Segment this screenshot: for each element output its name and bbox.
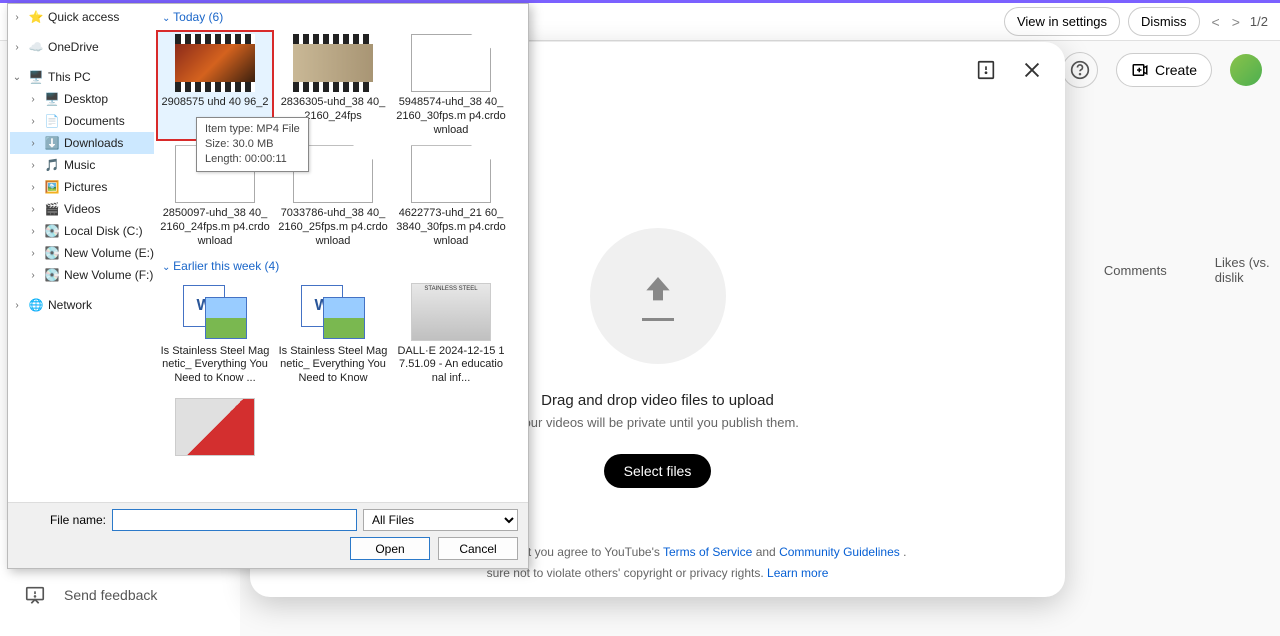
tab-comments[interactable]: Comments <box>1104 263 1167 278</box>
music-icon: 🎵 <box>44 157 60 173</box>
cloud-icon: ☁️ <box>28 39 44 55</box>
file-item-6[interactable]: 4622773-uhd_21 60_3840_30fps.m p4.crdown… <box>392 141 510 252</box>
tree-onedrive[interactable]: ›☁️OneDrive <box>10 36 154 58</box>
footer-and: and <box>756 545 779 559</box>
disk-icon: 💽 <box>44 223 60 239</box>
filename-label: File name: <box>18 513 106 527</box>
tree-videos[interactable]: ›🎬Videos <box>10 198 154 220</box>
banner-count: 1/2 <box>1250 14 1268 29</box>
cancel-button[interactable]: Cancel <box>438 537 518 560</box>
tree-this-pc[interactable]: ⌄🖥️This PC <box>10 66 154 88</box>
tree-music[interactable]: ›🎵Music <box>10 154 154 176</box>
tree-downloads[interactable]: ›⬇️Downloads <box>10 132 154 154</box>
tree-network[interactable]: ›🌐Network <box>10 294 154 316</box>
banner-prev[interactable]: < <box>1212 14 1220 30</box>
create-button[interactable]: Create <box>1116 53 1212 87</box>
file-item-10[interactable] <box>156 394 274 464</box>
file-item-7[interactable]: W Is Stainless Steel Magnetic_ Everythin… <box>156 279 274 390</box>
file-picker-dialog: ›⭐Quick access ›☁️OneDrive ⌄🖥️This PC ›🖥… <box>7 3 529 569</box>
close-icon[interactable] <box>1021 59 1043 81</box>
pictures-icon: 🖼️ <box>44 179 60 195</box>
avatar[interactable] <box>1230 54 1262 86</box>
tree-documents[interactable]: ›📄Documents <box>10 110 154 132</box>
file-icon <box>411 34 491 92</box>
disk-icon: 💽 <box>44 245 60 261</box>
tree-pictures[interactable]: ›🖼️Pictures <box>10 176 154 198</box>
filetype-select[interactable]: All Files <box>363 509 518 531</box>
create-label: Create <box>1155 62 1197 78</box>
dismiss-button[interactable]: Dismiss <box>1128 7 1200 36</box>
filename-input[interactable] <box>112 509 357 531</box>
desktop-icon: 🖥️ <box>44 91 60 107</box>
select-files-button[interactable]: Select files <box>604 454 712 488</box>
tree-vol-f[interactable]: ›💽New Volume (F:) <box>10 264 154 286</box>
videos-icon: 🎬 <box>44 201 60 217</box>
upload-subtitle: Your videos will be private until you pu… <box>516 415 799 430</box>
tree-vol-e[interactable]: ›💽New Volume (E:) <box>10 242 154 264</box>
word-doc-icon: W <box>293 283 373 341</box>
guidelines-link[interactable]: Community Guidelines <box>779 545 900 559</box>
upload-circle <box>590 228 726 364</box>
video-thumb-icon <box>293 34 373 92</box>
video-thumb-icon <box>175 34 255 92</box>
report-icon[interactable] <box>975 59 997 81</box>
sidebar-label-feedback: Send feedback <box>64 587 157 603</box>
folder-tree: ›⭐Quick access ›☁️OneDrive ⌄🖥️This PC ›🖥… <box>10 6 154 501</box>
sidebar-item-feedback[interactable]: Send feedback <box>0 570 240 620</box>
word-doc-icon: W <box>175 283 255 341</box>
network-icon: 🌐 <box>28 297 44 313</box>
file-dialog-footer: File name: All Files Open Cancel <box>8 502 528 568</box>
documents-icon: 📄 <box>44 113 60 129</box>
tree-local-c[interactable]: ›💽Local Disk (C:) <box>10 220 154 242</box>
disk-icon: 💽 <box>44 267 60 283</box>
star-icon: ⭐ <box>28 9 44 25</box>
tooltip-type: Item type: MP4 File <box>205 122 300 137</box>
create-icon <box>1131 61 1149 79</box>
view-settings-button[interactable]: View in settings <box>1004 7 1120 36</box>
file-list: Today (6) 2908575 uhd 40 96_2 2836305-uh… <box>154 6 527 503</box>
file-icon <box>411 145 491 203</box>
tooltip-length: Length: 00:00:11 <box>205 152 300 167</box>
image-thumb-icon: STAINLESS STEEL <box>411 283 491 341</box>
file-item-9[interactable]: STAINLESS STEEL DALL·E 2024-12-15 17.51.… <box>392 279 510 390</box>
upload-arrow-icon <box>636 272 680 312</box>
file-grid-earlier: W Is Stainless Steel Magnetic_ Everythin… <box>154 277 527 392</box>
file-tooltip: Item type: MP4 File Size: 30.0 MB Length… <box>196 117 309 172</box>
tooltip-size: Size: 30.0 MB <box>205 137 300 152</box>
file-grid-extra <box>154 392 527 466</box>
pc-icon: 🖥️ <box>28 69 44 85</box>
tree-quick-access[interactable]: ›⭐Quick access <box>10 6 154 28</box>
tree-desktop[interactable]: ›🖥️Desktop <box>10 88 154 110</box>
group-today[interactable]: Today (6) <box>154 6 527 28</box>
learn-more-link[interactable]: Learn more <box>767 566 828 580</box>
tab-likes[interactable]: Likes (vs. dislik <box>1215 255 1280 285</box>
help-icon[interactable] <box>1062 52 1098 88</box>
upload-underline <box>642 318 674 321</box>
file-item-3[interactable]: 5948574-uhd_38 40_2160_30fps.m p4.crdown… <box>392 30 510 141</box>
image-thumb-icon <box>175 398 255 456</box>
group-earlier[interactable]: Earlier this week (4) <box>154 255 527 277</box>
downloads-icon: ⬇️ <box>44 135 60 151</box>
upload-title: Drag and drop video files to upload <box>541 392 774 409</box>
tos-link[interactable]: Terms of Service <box>663 545 752 559</box>
file-item-8[interactable]: W Is Stainless Steel Magnetic_ Everythin… <box>274 279 392 390</box>
open-button[interactable]: Open <box>350 537 430 560</box>
footer-dot: . <box>903 545 906 559</box>
banner-next[interactable]: > <box>1232 14 1240 30</box>
feedback-icon <box>24 584 46 606</box>
